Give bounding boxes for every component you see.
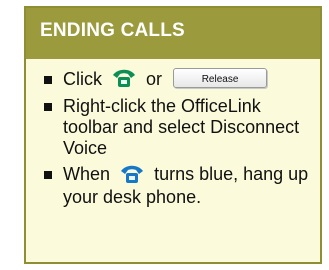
ending-calls-card: ENDING CALLS Click or Release Right-clic… — [24, 6, 322, 264]
green-phone-icon[interactable] — [110, 67, 138, 89]
instruction-click-release: Click or Release — [40, 67, 310, 91]
instruction-list: Click or Release Right-click the OfficeL… — [40, 67, 310, 213]
release-button[interactable]: Release — [173, 68, 268, 89]
instruction-disconnect-voice: Right-click the OfficeLink toolbar and s… — [40, 96, 310, 159]
blue-phone-icon[interactable] — [118, 163, 146, 185]
instruction-disconnect-text: Right-click the OfficeLink toolbar and s… — [63, 96, 300, 159]
instruction-hang-up: When turns blue, hang up your desk phone… — [40, 164, 310, 207]
instruction-when-label: When — [63, 164, 111, 185]
card-title: ENDING CALLS — [40, 20, 185, 41]
bullet-icon — [44, 103, 52, 112]
instruction-click-label: Click — [63, 69, 102, 89]
card-body: Click or Release Right-click the OfficeL… — [26, 59, 320, 262]
instruction-or-label: or — [146, 69, 163, 89]
card-header: ENDING CALLS — [26, 8, 320, 59]
bullet-icon — [44, 171, 52, 180]
bullet-icon — [44, 76, 52, 84]
